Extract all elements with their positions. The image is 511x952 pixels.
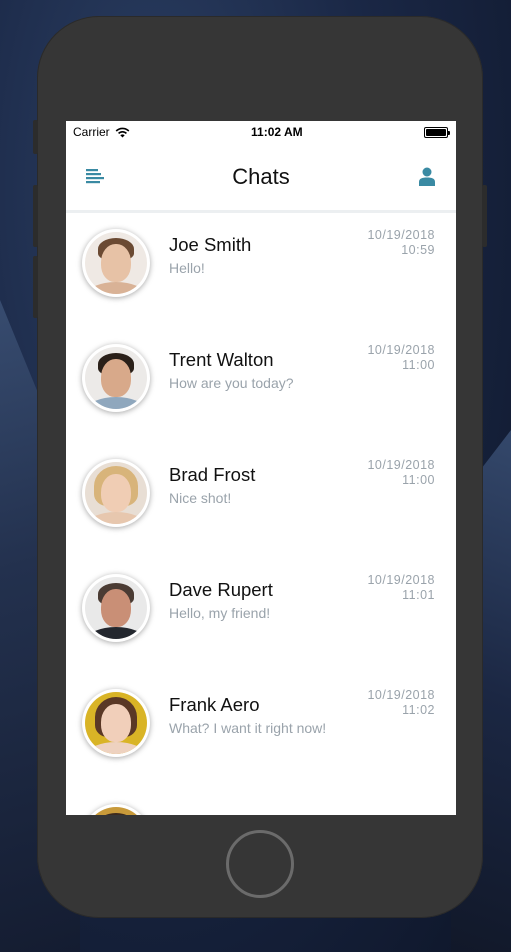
chat-list-item[interactable]: Dave Rupert Hello, my friend! 10/19/2018…: [66, 558, 456, 673]
chat-timestamp: 10/19/2018 11:01: [367, 573, 435, 603]
chat-list: Joe Smith Hello! 10/19/2018 10:59 Trent …: [66, 213, 456, 815]
chat-date: 10/19/2018: [367, 458, 435, 472]
chat-time: 11:01: [402, 588, 435, 602]
chat-timestamp: 10/19/2018 11:00: [367, 458, 435, 488]
avatar: [82, 689, 150, 757]
chat-date: 10/19/2018: [367, 343, 435, 357]
avatar: [82, 344, 150, 412]
menu-button[interactable]: [82, 164, 108, 190]
avatar: [82, 804, 150, 815]
status-time: 11:02 AM: [251, 125, 303, 139]
phone-mute-switch: [33, 120, 38, 154]
chat-list-item[interactable]: Trent Walton How are you today? 10/19/20…: [66, 328, 456, 443]
avatar: [82, 229, 150, 297]
menu-lines-icon: [86, 169, 104, 184]
phone-volume-down: [33, 256, 38, 318]
user-icon: [418, 167, 435, 186]
chat-preview: What? I want it right now!: [169, 720, 327, 736]
battery-icon: [423, 126, 450, 138]
chat-list-item[interactable]: [66, 788, 456, 815]
chat-time: 10:59: [401, 243, 435, 257]
carrier-label: Carrier: [73, 125, 110, 139]
chat-date: 10/19/2018: [367, 688, 435, 702]
chat-list-item[interactable]: Joe Smith Hello! 10/19/2018 10:59: [66, 213, 456, 328]
avatar: [82, 459, 150, 527]
wifi-icon: [115, 127, 130, 137]
chat-list-item[interactable]: Frank Aero What? I want it right now! 10…: [66, 673, 456, 788]
navigation-bar: Chats: [66, 143, 456, 213]
chat-preview: How are you today?: [169, 375, 294, 391]
home-button[interactable]: [226, 830, 294, 898]
phone-volume-up: [33, 185, 38, 247]
app-screen: Carrier 11:02 AM Chats Joe Smith Hello! …: [66, 121, 456, 815]
chat-time: 11:02: [402, 703, 435, 717]
chat-timestamp: 10/19/2018 11:00: [367, 343, 435, 373]
chat-date: 10/19/2018: [367, 228, 435, 242]
chat-time: 11:00: [402, 358, 435, 372]
chat-list-item[interactable]: Brad Frost Nice shot! 10/19/2018 11:00: [66, 443, 456, 558]
chat-timestamp: 10/19/2018 11:02: [367, 688, 435, 718]
chat-preview: Hello, my friend!: [169, 605, 271, 621]
chat-date: 10/19/2018: [367, 573, 435, 587]
page-title: Chats: [232, 163, 290, 189]
profile-button[interactable]: [414, 164, 440, 190]
chat-timestamp: 10/19/2018 10:59: [367, 228, 435, 258]
avatar: [82, 574, 150, 642]
chat-time: 11:00: [402, 473, 435, 487]
chat-preview: Hello!: [169, 260, 205, 276]
phone-power-button: [482, 185, 487, 247]
chat-preview: Nice shot!: [169, 490, 232, 506]
status-bar: Carrier 11:02 AM: [66, 121, 456, 143]
